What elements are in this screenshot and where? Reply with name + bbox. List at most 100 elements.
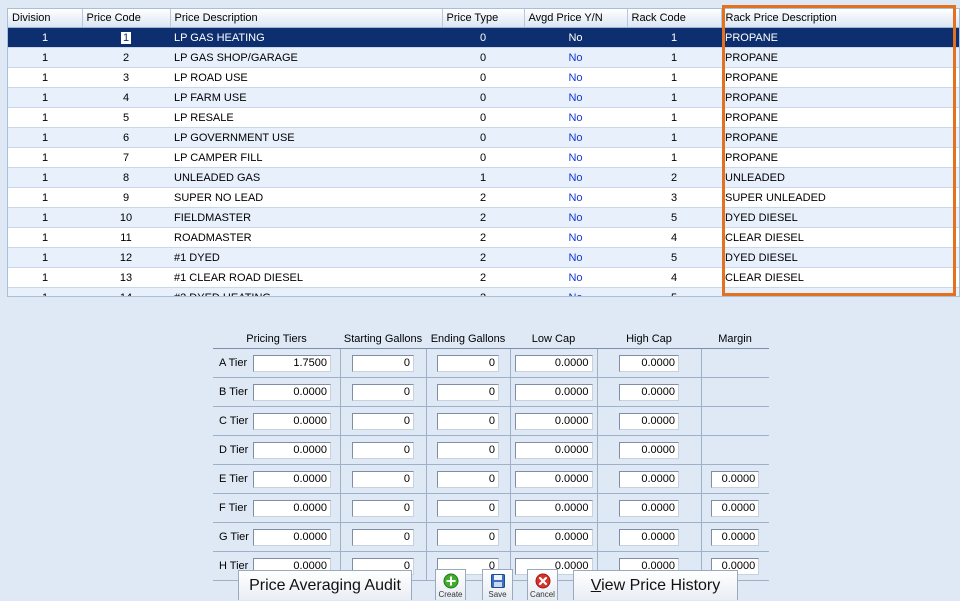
price-description-cell[interactable]: UNLEADED GAS [170, 167, 442, 188]
price-description-cell[interactable]: LP ROAD USE [170, 67, 442, 88]
column-header-price-type[interactable]: Price Type [442, 9, 525, 28]
price-code-editor[interactable]: 1 [120, 31, 132, 44]
price-type-cell[interactable]: 1 [442, 167, 524, 188]
table-row[interactable]: 1 8 UNLEADED GAS 1 No 2 UNLEADED [8, 167, 959, 188]
tier-price-input[interactable]: 0.0000 [253, 470, 331, 488]
table-row[interactable]: 1 12 #1 DYED 2 No 5 DYED DIESEL [8, 247, 959, 268]
price-type-cell[interactable]: 0 [442, 67, 524, 88]
division-cell[interactable]: 1 [8, 267, 82, 288]
avgd-price-cell[interactable]: No [524, 267, 627, 288]
rack-code-cell[interactable]: 4 [627, 267, 721, 288]
rack-code-cell[interactable]: 1 [627, 67, 721, 88]
avgd-price-cell[interactable]: No [524, 247, 627, 268]
price-type-cell[interactable]: 0 [442, 27, 524, 48]
rack-code-cell[interactable]: 5 [627, 207, 721, 228]
price-type-cell[interactable]: 2 [442, 287, 524, 296]
division-cell[interactable]: 1 [8, 287, 82, 296]
tier-price-input[interactable]: 1.7500 [253, 354, 331, 372]
column-header-rack-code[interactable]: Rack Code [627, 9, 722, 28]
rack-code-cell[interactable]: 1 [627, 127, 721, 148]
table-row[interactable]: 1 3 LP ROAD USE 0 No 1 PROPANE [8, 67, 959, 88]
price-description-cell[interactable]: #2 DYED HEATING [170, 287, 442, 296]
price-code-cell[interactable]: 4 [82, 87, 170, 108]
price-type-cell[interactable]: 2 [442, 267, 524, 288]
price-code-cell[interactable]: 8 [82, 167, 170, 188]
rack-code-cell[interactable]: 1 [627, 107, 721, 128]
price-description-cell[interactable]: LP GOVERNMENT USE [170, 127, 442, 148]
price-description-cell[interactable]: LP GAS HEATING [170, 27, 442, 48]
low-cap-input[interactable]: 0.0000 [514, 383, 593, 401]
avgd-price-cell[interactable]: No [524, 207, 627, 228]
rack-price-description-cell[interactable]: PROPANE [721, 27, 959, 48]
price-code-cell[interactable]: 7 [82, 147, 170, 168]
price-type-cell[interactable]: 2 [442, 207, 524, 228]
price-description-cell[interactable]: #1 CLEAR ROAD DIESEL [170, 267, 442, 288]
division-cell[interactable]: 1 [8, 227, 82, 248]
table-row[interactable]: 1 4 LP FARM USE 0 No 1 PROPANE [8, 87, 959, 108]
rack-price-description-cell[interactable]: PROPANE [721, 107, 959, 128]
rack-price-description-cell[interactable]: CLEAR DIESEL [721, 267, 959, 288]
price-type-cell[interactable]: 0 [442, 47, 524, 68]
table-row[interactable]: 1 10 FIELDMASTER 2 No 5 DYED DIESEL [8, 207, 959, 228]
rack-price-description-cell[interactable]: DYED DIESEL [721, 247, 959, 268]
tier-price-input[interactable]: 0.0000 [253, 528, 331, 546]
ending-gallons-input[interactable]: 0 [437, 441, 499, 459]
price-code-cell[interactable]: 13 [82, 267, 170, 288]
save-button[interactable]: Save [482, 569, 513, 600]
avgd-price-cell[interactable]: No [524, 107, 627, 128]
high-cap-input[interactable]: 0.0000 [619, 499, 679, 517]
division-cell[interactable]: 1 [8, 127, 82, 148]
price-description-cell[interactable]: ROADMASTER [170, 227, 442, 248]
column-header-avgd-price[interactable]: Avgd Price Y/N [524, 9, 628, 28]
price-code-cell[interactable]: 9 [82, 187, 170, 208]
rack-price-description-cell[interactable]: PROPANE [721, 147, 959, 168]
starting-gallons-input[interactable]: 0 [352, 354, 414, 372]
tier-price-input[interactable]: 0.0000 [253, 499, 331, 517]
starting-gallons-input[interactable]: 0 [352, 412, 414, 430]
avgd-price-cell[interactable]: No [524, 167, 627, 188]
rack-price-description-cell[interactable]: PROPANE [721, 127, 959, 148]
avgd-price-cell[interactable]: No [524, 227, 627, 248]
price-code-cell[interactable]: 14 [82, 287, 170, 296]
table-row[interactable]: 1 13 #1 CLEAR ROAD DIESEL 2 No 4 CLEAR DIESEL [8, 267, 959, 288]
tier-price-input[interactable]: 0.0000 [253, 383, 331, 401]
cancel-button[interactable]: Cancel [527, 569, 558, 600]
avgd-price-cell[interactable]: No [524, 287, 627, 296]
avgd-price-cell[interactable]: No [524, 127, 627, 148]
column-header-price-description[interactable]: Price Description [170, 9, 443, 28]
table-row[interactable]: 1 9 SUPER NO LEAD 2 No 3 SUPER UNLEADED [8, 187, 959, 208]
starting-gallons-input[interactable]: 0 [352, 528, 414, 546]
margin-input[interactable]: 0.0000 [711, 470, 760, 488]
ending-gallons-input[interactable]: 0 [437, 354, 499, 372]
rack-code-cell[interactable]: 1 [627, 47, 721, 68]
price-code-cell[interactable]: 10 [82, 207, 170, 228]
rack-code-cell[interactable]: 1 [627, 87, 721, 108]
division-cell[interactable]: 1 [8, 27, 82, 48]
price-code-cell[interactable]: 2 [82, 47, 170, 68]
division-cell[interactable]: 1 [8, 247, 82, 268]
table-row[interactable]: 1 11 ROADMASTER 2 No 4 CLEAR DIESEL [8, 227, 959, 248]
view-price-history-button[interactable]: View Price History [573, 570, 738, 600]
price-type-cell[interactable]: 0 [442, 127, 524, 148]
rack-code-cell[interactable]: 5 [627, 287, 721, 296]
price-description-cell[interactable]: SUPER NO LEAD [170, 187, 442, 208]
price-description-cell[interactable]: LP GAS SHOP/GARAGE [170, 47, 442, 68]
table-row[interactable]: 1 6 LP GOVERNMENT USE 0 No 1 PROPANE [8, 127, 959, 148]
table-row[interactable]: 1 1 LP GAS HEATING 0 No 1 PROPANE [8, 27, 959, 48]
rack-price-description-cell[interactable]: CLEAR DIESEL [721, 227, 959, 248]
division-cell[interactable]: 1 [8, 87, 82, 108]
low-cap-input[interactable]: 0.0000 [514, 528, 593, 546]
avgd-price-cell[interactable]: No [524, 47, 627, 68]
rack-price-description-cell[interactable]: DYED DIESEL [721, 287, 959, 296]
price-type-cell[interactable]: 0 [442, 147, 524, 168]
rack-code-cell[interactable]: 5 [627, 247, 721, 268]
rack-price-description-cell[interactable]: PROPANE [721, 47, 959, 68]
price-type-cell[interactable]: 2 [442, 227, 524, 248]
ending-gallons-input[interactable]: 0 [437, 412, 499, 430]
column-header-division[interactable]: Division [8, 9, 83, 28]
price-description-cell[interactable]: LP FARM USE [170, 87, 442, 108]
price-description-cell[interactable]: FIELDMASTER [170, 207, 442, 228]
price-code-cell[interactable]: 12 [82, 247, 170, 268]
avgd-price-cell[interactable]: No [524, 67, 627, 88]
price-description-cell[interactable]: LP CAMPER FILL [170, 147, 442, 168]
